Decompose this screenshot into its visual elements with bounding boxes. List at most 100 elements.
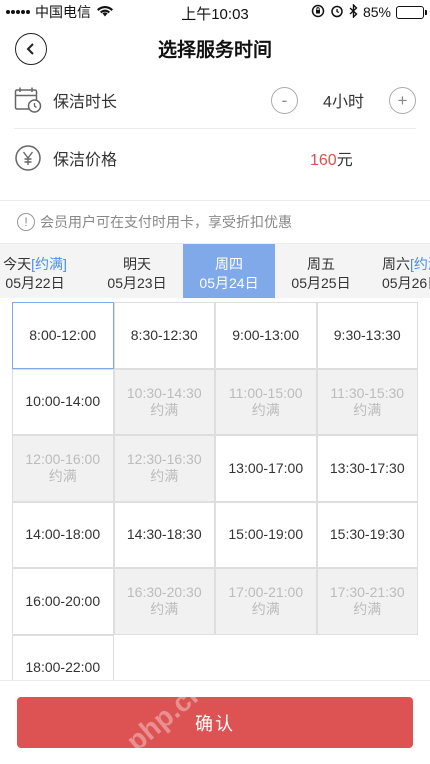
time-slot-label: 9:30-13:30 — [333, 326, 401, 343]
duration-decrease-button[interactable]: - — [271, 86, 298, 114]
tab-date-3[interactable]: 周五 05月25日 — [275, 244, 367, 298]
tab-date-4[interactable]: 周六[约满] 05月26日 — [367, 244, 430, 298]
battery-percent: 85% — [362, 4, 391, 20]
time-slot[interactable]: 16:00-20:00 — [12, 568, 114, 635]
time-slot-full: 11:00-15:00 约满 — [215, 368, 317, 435]
time-slot-label: 12:00-16:00 — [25, 451, 101, 468]
tab-day: 周四 — [215, 256, 243, 272]
tab-date: 05月25日 — [291, 275, 351, 291]
calendar-clock-icon — [14, 86, 42, 114]
time-slot[interactable]: 14:00-18:00 — [12, 501, 114, 568]
status-right: 85% — [311, 2, 427, 21]
time-slot-full: 12:00-16:00 约满 — [12, 435, 114, 502]
exclamation-icon: ! — [17, 213, 35, 231]
date-tabs: 今天[约满] 05月22日 明天 05月23日 周四 05月24日 周五 05月… — [0, 243, 430, 298]
back-button[interactable] — [15, 33, 47, 65]
status-left: 中国电信 — [6, 2, 114, 22]
signal-icon — [6, 10, 30, 14]
time-slot[interactable]: 8:30-12:30 — [113, 302, 215, 369]
lock-rotation-icon — [311, 4, 325, 21]
time-slot-label: 8:30-12:30 — [130, 326, 198, 343]
time-slot[interactable]: 9:00-13:00 — [215, 302, 317, 369]
tab-full-tag: [约满] — [31, 256, 67, 272]
price-amount: 160 — [310, 151, 337, 169]
time-slot-label: 10:30-14:30 — [126, 384, 202, 401]
time-slot-label: 11:00-15:00 — [228, 384, 303, 401]
time-slot-label: 13:00-17:00 — [228, 459, 304, 476]
alarm-icon — [330, 4, 344, 21]
time-slot[interactable]: 15:30-19:30 — [316, 501, 418, 568]
time-slot[interactable]: 13:00-17:00 — [215, 435, 317, 502]
price-row: 保洁价格 160元 — [14, 129, 416, 186]
tab-date-1[interactable]: 明天 05月23日 — [91, 244, 183, 298]
price-label: 保洁价格 — [53, 151, 118, 169]
time-slot-label: 13:30-17:30 — [329, 459, 405, 476]
tab-date: 05月24日 — [199, 275, 259, 291]
tab-day: 今天 — [3, 256, 32, 272]
time-slot-status: 约满 — [251, 401, 280, 418]
time-slot[interactable]: 14:30-18:30 — [113, 501, 215, 568]
time-slot-label: 14:30-18:30 — [126, 526, 202, 543]
time-slot-status: 约满 — [150, 401, 179, 418]
chevron-left-icon — [26, 43, 34, 55]
duration-row: 保洁时长 - 4小时 + — [14, 72, 416, 129]
bottom-bar: 确认 — [0, 680, 430, 764]
price-value: 160元 — [310, 146, 353, 170]
time-slot-full: 12:30-16:30 约满 — [113, 435, 215, 502]
yen-icon — [14, 144, 42, 172]
time-slot-status: 约满 — [251, 601, 280, 618]
time-slot-full: 10:30-14:30 约满 — [113, 368, 215, 435]
duration-stepper: - 4小时 + — [271, 86, 416, 114]
time-slot[interactable]: 9:30-13:30 — [316, 302, 418, 369]
time-slot-label: 16:00-20:00 — [25, 592, 101, 609]
time-slot-status: 约满 — [48, 468, 77, 485]
tab-date: 05月26日 — [382, 275, 430, 291]
page-title: 选择服务时间 — [157, 39, 272, 61]
tab-date-2[interactable]: 周四 05月24日 — [183, 244, 275, 298]
member-notice-text: 会员用户可在支付时用卡，享受折扣优惠 — [40, 214, 292, 230]
time-slot-label: 12:30-16:30 — [126, 451, 202, 468]
duration-increase-button[interactable]: + — [389, 86, 416, 114]
bluetooth-icon — [349, 2, 358, 21]
duration-label: 保洁时长 — [53, 94, 118, 111]
time-slot-status: 约满 — [150, 468, 179, 485]
tab-date: 05月22日 — [5, 275, 65, 291]
time-slot-status: 约满 — [150, 601, 179, 618]
time-slot-label: 11:30-15:30 — [330, 384, 405, 401]
time-slot-status: 约满 — [353, 401, 382, 418]
time-slot[interactable]: 13:30-17:30 — [316, 435, 418, 502]
time-slot-grid: 8:00-12:00 8:30-12:30 9:00-13:00 9:30-13:30… — [12, 302, 418, 701]
time-slot[interactable]: 10:00-14:00 — [12, 368, 114, 435]
time-slot[interactable]: 15:00-19:00 — [215, 501, 317, 568]
tab-day: 周六 — [382, 256, 410, 272]
time-slot-label: 16:30-20:30 — [126, 584, 202, 601]
carrier-name: 中国电信 — [35, 4, 91, 20]
confirm-button[interactable]: 确认 — [17, 697, 413, 748]
time-slot-label: 10:00-14:00 — [25, 393, 101, 410]
time-slot-label: 8:00-12:00 — [29, 326, 97, 343]
time-slot-label: 15:30-19:30 — [329, 526, 405, 543]
tab-day: 明天 — [123, 256, 151, 272]
time-slot-full: 16:30-20:30 约满 — [113, 568, 215, 635]
tab-full-tag: [约满] — [410, 256, 430, 272]
wifi-icon — [96, 4, 114, 20]
status-bar: 中国电信 上午10:03 85% — [0, 0, 430, 24]
time-slot-label: 17:00-21:00 — [228, 584, 304, 601]
time-slot-label: 17:30-21:30 — [329, 584, 405, 601]
duration-value: 4小时 — [323, 94, 364, 111]
time-slot-status: 约满 — [353, 601, 382, 618]
price-unit: 元 — [336, 151, 353, 169]
time-slot-label: 18:00-22:00 — [25, 659, 101, 676]
member-notice: ! 会员用户可在支付时用卡，享受折扣优惠 — [0, 201, 430, 243]
tab-date: 05月23日 — [107, 275, 167, 291]
time-slot-label: 9:00-13:00 — [232, 326, 300, 343]
time-slot-full: 17:30-21:30 约满 — [316, 568, 418, 635]
time-slot-full: 11:30-15:30 约满 — [316, 368, 418, 435]
time-slot-full: 17:00-21:00 约满 — [215, 568, 317, 635]
time-slot[interactable]: 8:00-12:00 — [12, 302, 114, 369]
tab-day: 周五 — [307, 256, 335, 272]
time-slot-label: 14:00-18:00 — [25, 526, 101, 543]
battery-icon — [396, 5, 427, 19]
tab-date-0[interactable]: 今天[约满] 05月22日 — [0, 244, 81, 298]
nav-bar: 选择服务时间 — [0, 24, 430, 72]
